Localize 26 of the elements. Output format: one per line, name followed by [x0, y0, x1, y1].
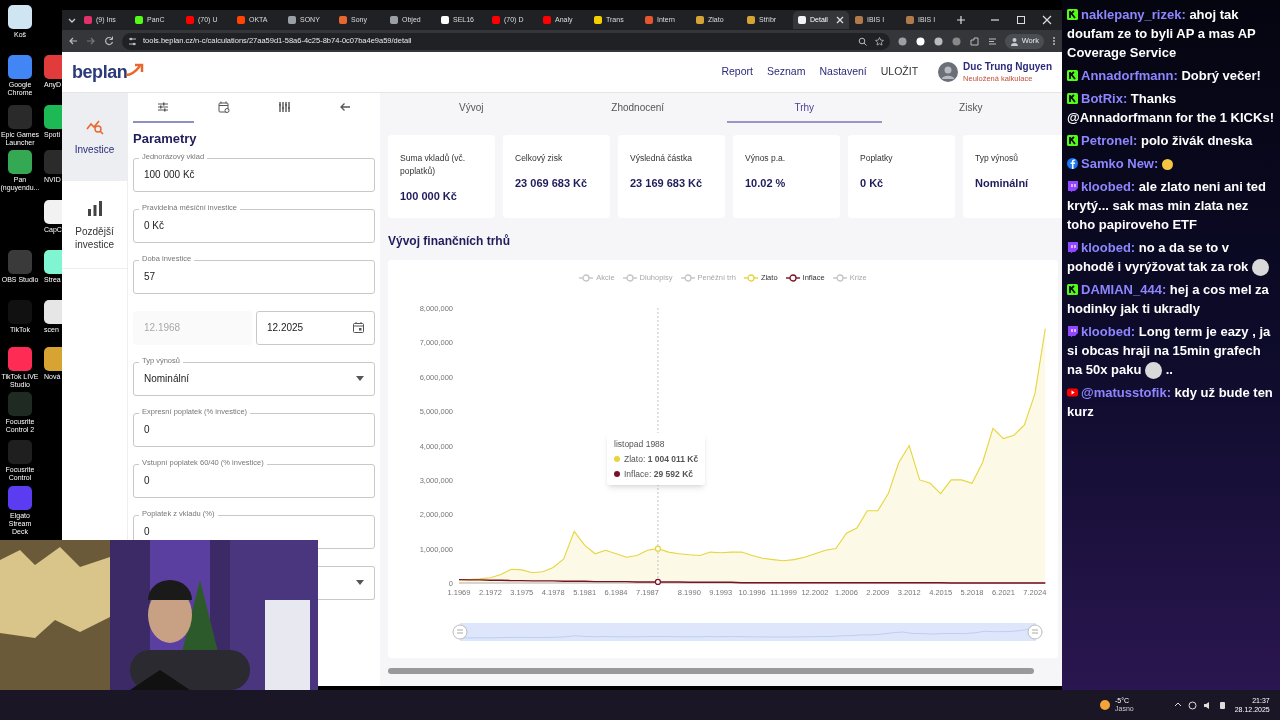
stat-label: Výnos p.a. — [745, 152, 787, 165]
stat-value: 10.02 % — [745, 176, 787, 191]
user-name: Duc Trung Nguyen — [963, 61, 1052, 74]
section-title: Vývoj finančních trhů — [388, 233, 511, 250]
stat-value: 23 169 683 Kč — [630, 176, 704, 191]
stat-value: 0 Kč — [860, 176, 885, 191]
tooltip-title: listopad 1988 — [614, 438, 666, 451]
chat-message: @matusstofik: kdy už bude ten kurz — [1067, 384, 1274, 422]
chat-message: Annadorfmann: Dobrý večer! — [1067, 66, 1277, 85]
stat-value: Nominální — [975, 176, 1030, 191]
tooltip-value: Inflace: 29 592 Kč — [624, 467, 693, 481]
stat-label: Typ výnosů — [975, 152, 1019, 165]
chat-message: DAMIAN_444: hej a cos mel za hodinky jak ti ukradly — [1067, 281, 1270, 319]
chat-message: Petronel: polo živák dneska — [1067, 131, 1277, 150]
chat-message: naklepany_rizek: ahoj tak doufam ze to byli AP a mas AP Coverage Service — [1067, 6, 1257, 62]
stat-label: Suma vkladů (vč. poplatků) — [400, 152, 467, 178]
chat-message: kloobed: Long term je eazy , ja si obcas hraji na 15min grafech na 50x paku .. — [1067, 323, 1272, 380]
stat-value: 23 069 683 Kč — [515, 176, 589, 191]
tooltip-value: Zlato: 1 004 011 Kč — [624, 452, 699, 466]
chat-message: BotRix: Thanks @Annadorfmann for the 1 KICKs! — [1067, 90, 1275, 127]
logo: beplan — [72, 63, 146, 81]
stat-value: 100 000 Kč — [400, 189, 458, 204]
stat-label: Celkový zisk — [515, 152, 564, 165]
stat-label: Výsledná částka — [630, 152, 693, 165]
stat-label: Poplatky — [860, 152, 894, 165]
panel-title: Parametry — [133, 130, 198, 148]
